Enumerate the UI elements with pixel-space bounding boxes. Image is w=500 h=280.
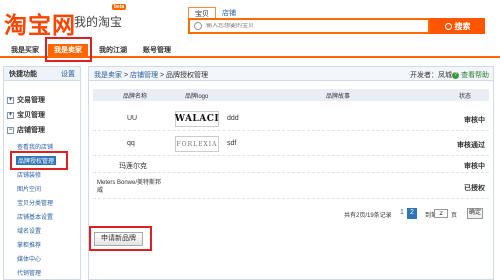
col-status: 状态 <box>459 94 472 100</box>
col-brand-logo: 品牌logo <box>185 94 209 100</box>
section-label: 宝贝管理 <box>17 112 45 119</box>
section-label: 店铺管理 <box>17 127 45 134</box>
status-badge: 审核中 <box>464 117 485 124</box>
sidebar-link-images[interactable]: 图片空间 <box>17 184 41 193</box>
breadcrumb-sep: > <box>159 72 165 79</box>
page-unit: 页 <box>451 213 458 219</box>
taobao-logo[interactable]: 淘宝网 <box>4 6 76 40</box>
table-row: 玛莲尔克 审核中 <box>93 157 489 173</box>
expand-icon[interactable]: + <box>7 111 14 119</box>
nav-account[interactable]: 账号管理 <box>136 44 178 58</box>
breadcrumb: 我是卖家 > 店铺管理 > 品牌授权管理 <box>94 70 208 80</box>
sidebar-header: 快捷功能 设置 <box>4 67 80 81</box>
table-row: Meters Bonwe/美特斯邦威 已授权 <box>93 175 489 199</box>
sidebar-link-media[interactable]: 媒体中心 <box>17 254 41 263</box>
search-box <box>188 18 430 34</box>
sidebar-link-basic-settings[interactable]: 店铺基本设置 <box>17 212 53 221</box>
brand-name: 玛莲尔克 <box>119 163 147 170</box>
sidebar-section-orders[interactable]: + 交易管理 <box>7 94 79 106</box>
sidebar-link-domain[interactable]: 域名设置 <box>17 226 41 235</box>
sidebar-link-distribution[interactable]: 代销管理 <box>17 268 41 277</box>
sidebar-link-decoration[interactable]: 店铺装修 <box>17 170 41 179</box>
search-tab-items[interactable]: 宝贝 <box>188 7 216 18</box>
search-icon <box>444 22 452 30</box>
table-header: 品牌名称 品牌logo 品牌故事 状态 <box>93 89 489 101</box>
highlight-apply-button <box>89 226 152 251</box>
beta-badge: beta <box>112 4 127 10</box>
brand-logo: WALACI <box>175 111 219 127</box>
my-taobao-title: 我的淘宝 <box>74 15 123 29</box>
sidebar-link-recommend[interactable]: 掌柜推荐 <box>17 240 41 249</box>
goto-confirm-button[interactable]: 确定 <box>467 208 483 219</box>
nav-buyer[interactable]: 我是买家 <box>4 44 46 58</box>
search-tab-shops[interactable]: 店铺 <box>216 7 242 18</box>
highlight-brand-auth-link <box>10 151 68 170</box>
brand-story: sdf <box>227 140 237 147</box>
search-input[interactable] <box>206 23 406 29</box>
nav-community[interactable]: 我的江湖 <box>92 44 134 58</box>
help-icon: ? <box>452 71 459 79</box>
brand-name: qq <box>127 140 135 147</box>
breadcrumb-seller[interactable]: 我是卖家 <box>94 72 122 79</box>
sidebar-section-items[interactable]: + 宝贝管理 <box>7 109 79 121</box>
status-badge: 审核通过 <box>457 142 485 149</box>
brand-logo-text: FORLEXIA <box>176 140 218 148</box>
search-icon <box>194 22 202 30</box>
table-row: qq FORLEXIA sdf 审核通过 <box>93 132 489 156</box>
sidebar-link-view-shop[interactable]: 查看我的店铺 <box>17 142 53 151</box>
help-link[interactable]: ? 查看帮助 <box>452 70 489 80</box>
goto-page-input[interactable] <box>434 209 448 218</box>
highlight-seller-tab <box>45 37 92 62</box>
help-label: 查看帮助 <box>461 72 489 79</box>
sidebar: 快捷功能 设置 + 交易管理 + 宝贝管理 − 店铺管理 查看我的店铺 品牌授权管理 … <box>3 66 81 280</box>
page-link-1[interactable]: 1 <box>397 208 407 219</box>
breadcrumb-bar: 我是卖家 > 店铺管理 > 品牌授权管理 开发者：凤城 ? 查看帮助 <box>89 67 493 81</box>
page-link-2[interactable]: 2 <box>407 208 417 219</box>
table-row: UU WALACI ddd 审核中 <box>93 107 489 131</box>
search-button-label: 搜索 <box>454 21 471 31</box>
brand-logo-text: WALACI <box>174 114 220 124</box>
sidebar-section-shop[interactable]: − 店铺管理 <box>7 124 79 136</box>
col-brand-story: 品牌故事 <box>326 94 351 100</box>
brand-name: Meters Bonwe/美特斯邦威 <box>97 180 162 194</box>
breadcrumb-current: 品牌授权管理 <box>166 72 208 79</box>
search-button[interactable]: 搜索 <box>430 18 485 34</box>
brand-name: UU <box>127 115 138 122</box>
pager-summary: 共有2页/19条记录 <box>344 213 392 219</box>
status-badge: 已授权 <box>464 185 485 192</box>
expand-icon[interactable]: + <box>7 96 14 104</box>
brand-logo: FORLEXIA <box>175 136 219 152</box>
section-label: 交易管理 <box>17 97 45 104</box>
sidebar-link-categories[interactable]: 宝贝分类管理 <box>17 198 53 207</box>
collapse-icon[interactable]: − <box>7 126 14 134</box>
breadcrumb-sep: > <box>123 72 129 79</box>
brand-story: ddd <box>227 115 239 122</box>
sidebar-title: 快捷功能 <box>9 70 37 78</box>
breadcrumb-shop[interactable]: 店铺管理 <box>130 72 158 79</box>
col-brand-name: 品牌名称 <box>123 94 148 100</box>
developer-label: 开发者：凤城 <box>410 72 452 79</box>
status-badge: 审核中 <box>464 163 485 170</box>
sidebar-settings-link[interactable]: 设置 <box>61 69 75 79</box>
search-tabs: 宝贝 店铺 <box>188 7 242 18</box>
